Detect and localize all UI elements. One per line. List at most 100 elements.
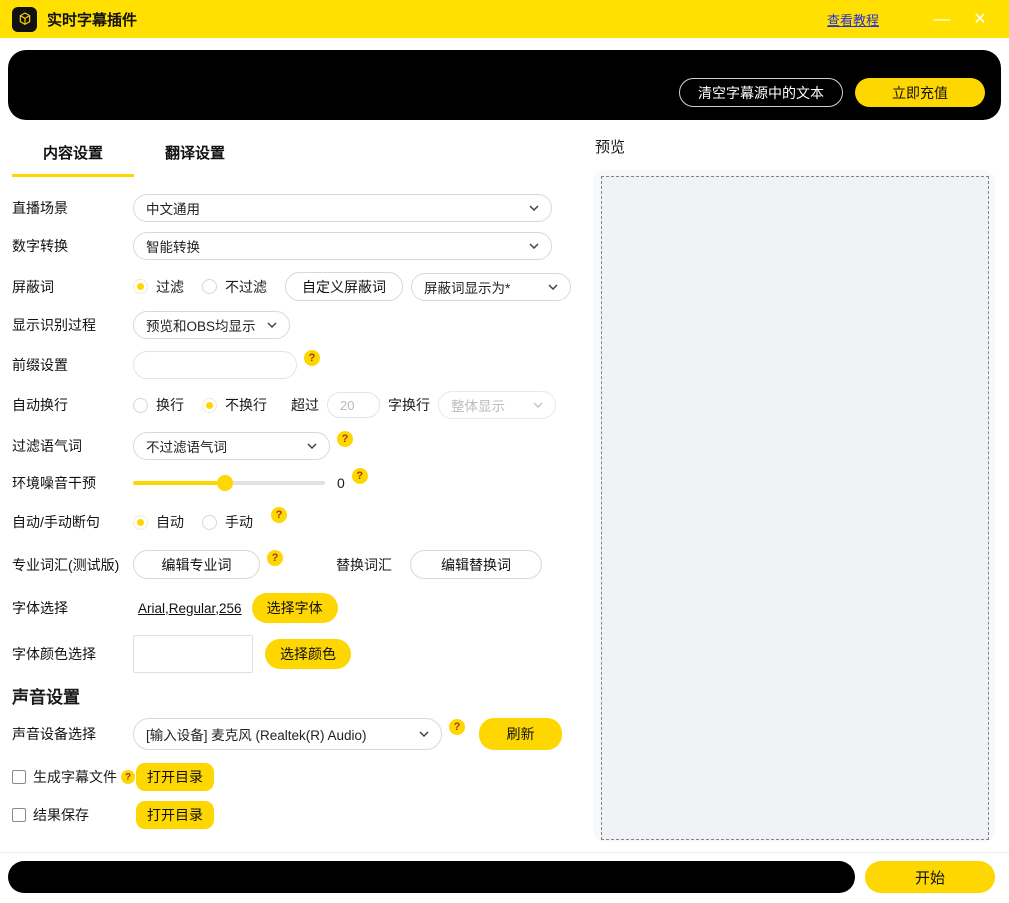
- live-scene-select[interactable]: 中文通用: [133, 194, 552, 222]
- help-icon[interactable]: ?: [267, 550, 283, 566]
- blocked-words-label: 屏蔽词: [12, 277, 133, 297]
- wrap-count-input[interactable]: [327, 392, 380, 418]
- preview-area: [601, 176, 989, 840]
- sound-device-label: 声音设备选择: [12, 724, 133, 744]
- subtitle-file-row: 生成字幕文件 ? 打开目录: [12, 763, 583, 791]
- font-color-label: 字体颜色选择: [12, 644, 133, 664]
- filler-words-select[interactable]: 不过滤语气词: [133, 432, 330, 460]
- help-icon[interactable]: ?: [352, 468, 368, 484]
- blocked-words-row: 屏蔽词 过滤 不过滤 自定义屏蔽词 屏蔽词显示为*: [12, 272, 583, 301]
- tab-translation-settings[interactable]: 翻译设置: [134, 134, 256, 177]
- font-color-input[interactable]: [133, 635, 253, 673]
- start-button[interactable]: 开始: [865, 861, 995, 893]
- prefix-input[interactable]: [133, 351, 297, 379]
- help-icon[interactable]: ?: [121, 770, 135, 784]
- unit-label: 字换行: [388, 395, 430, 415]
- wrap-radio[interactable]: 换行: [133, 395, 184, 415]
- minimize-icon[interactable]: —: [927, 4, 957, 34]
- radio-unselected-icon: [202, 279, 217, 294]
- font-value-link[interactable]: Arial,Regular,256: [138, 601, 242, 616]
- nowrap-radio[interactable]: 不换行: [202, 395, 267, 415]
- blocked-nofilter-radio[interactable]: 不过滤: [202, 277, 267, 297]
- radio-selected-icon: [133, 515, 148, 530]
- close-icon[interactable]: ✕: [965, 4, 995, 34]
- live-scene-label: 直播场景: [12, 198, 133, 218]
- app-window: 实时字幕插件 查看教程 — ✕ 清空字幕源中的文本 立即充值 内容设置 翻译设置…: [0, 0, 1009, 903]
- app-logo-icon: [12, 7, 37, 32]
- noise-value: 0: [337, 475, 345, 491]
- result-save-row: 结果保存 打开目录: [12, 801, 583, 829]
- custom-blocked-words-button[interactable]: 自定义屏蔽词: [285, 272, 403, 301]
- show-process-label: 显示识别过程: [12, 315, 133, 335]
- show-process-row: 显示识别过程 预览和OBS均显示: [12, 311, 583, 339]
- live-scene-row: 直播场景 中文通用: [12, 194, 583, 222]
- choose-color-button[interactable]: 选择颜色: [265, 639, 351, 669]
- chevron-down-icon: [307, 443, 317, 449]
- chevron-down-icon: [533, 402, 543, 408]
- font-label: 字体选择: [12, 598, 133, 618]
- wrap-row: 自动换行 换行 不换行 超过 字换行 整体显示: [12, 391, 583, 419]
- chevron-down-icon: [419, 731, 429, 737]
- radio-unselected-icon: [133, 398, 148, 413]
- result-save-checkbox[interactable]: [12, 808, 26, 822]
- noise-slider-fill: [133, 481, 225, 485]
- filler-words-label: 过滤语气词: [12, 436, 133, 456]
- edit-pro-words-button[interactable]: 编辑专业词: [133, 550, 260, 579]
- replace-words-label: 替换词汇: [336, 555, 392, 575]
- noise-label: 环境噪音干预: [12, 473, 133, 493]
- open-result-dir-button[interactable]: 打开目录: [136, 801, 214, 829]
- noise-row: 环境噪音干预 0 ?: [12, 469, 583, 497]
- wrap-mode-select[interactable]: 整体显示: [438, 391, 556, 419]
- edit-replace-words-button[interactable]: 编辑替换词: [410, 550, 542, 579]
- help-icon[interactable]: ?: [337, 431, 353, 447]
- pro-words-label: 专业词汇(测试版): [12, 555, 133, 575]
- noise-slider-thumb[interactable]: [217, 475, 233, 491]
- preview-title: 预览: [595, 136, 995, 157]
- top-banner: 清空字幕源中的文本 立即充值: [8, 50, 1001, 120]
- preview-panel: 预览: [583, 134, 995, 842]
- manual-punctuate-radio[interactable]: 手动: [202, 512, 253, 532]
- tutorial-link[interactable]: 查看教程: [827, 10, 879, 29]
- punctuate-row: 自动/手动断句 自动 手动 ?: [12, 508, 583, 536]
- noise-slider[interactable]: [133, 475, 325, 491]
- wrap-label: 自动换行: [12, 395, 133, 415]
- font-row: 字体选择 Arial,Regular,256 选择字体: [12, 593, 583, 623]
- radio-selected-icon: [133, 279, 148, 294]
- number-convert-select[interactable]: 智能转换: [133, 232, 552, 260]
- chevron-down-icon: [529, 243, 539, 249]
- over-label: 超过: [291, 395, 319, 415]
- status-bar: [8, 861, 855, 893]
- tab-content-settings[interactable]: 内容设置: [12, 134, 134, 177]
- help-icon[interactable]: ?: [304, 350, 320, 366]
- chevron-down-icon: [267, 322, 277, 328]
- number-convert-label: 数字转换: [12, 236, 133, 256]
- number-convert-row: 数字转换 智能转换: [12, 232, 583, 260]
- open-subtitle-dir-button[interactable]: 打开目录: [136, 763, 214, 791]
- show-process-select[interactable]: 预览和OBS均显示: [133, 311, 290, 339]
- chevron-down-icon: [548, 284, 558, 290]
- choose-font-button[interactable]: 选择字体: [252, 593, 338, 623]
- refresh-button[interactable]: 刷新: [479, 718, 562, 750]
- footer-bar: 开始: [8, 861, 995, 893]
- help-icon[interactable]: ?: [271, 507, 287, 523]
- sound-section-title: 声音设置: [12, 683, 583, 708]
- font-color-row: 字体颜色选择 选择颜色: [12, 635, 583, 673]
- subtitle-file-checkbox[interactable]: [12, 770, 26, 784]
- tabs: 内容设置 翻译设置: [12, 134, 583, 177]
- blocked-display-as-select[interactable]: 屏蔽词显示为*: [411, 273, 571, 301]
- filler-words-row: 过滤语气词 不过滤语气词 ?: [12, 432, 583, 460]
- settings-panel: 内容设置 翻译设置 直播场景 中文通用 数字转换 智能转换: [12, 134, 583, 842]
- blocked-filter-radio[interactable]: 过滤: [133, 277, 184, 297]
- punctuate-label: 自动/手动断句: [12, 512, 133, 532]
- auto-punctuate-radio[interactable]: 自动: [133, 512, 184, 532]
- recharge-button[interactable]: 立即充值: [855, 78, 985, 107]
- footer-divider: [0, 852, 1009, 853]
- chevron-down-icon: [529, 205, 539, 211]
- main-area: 内容设置 翻译设置 直播场景 中文通用 数字转换 智能转换: [0, 120, 1009, 842]
- sound-device-select[interactable]: [输入设备] 麦克风 (Realtek(R) Audio): [133, 718, 442, 750]
- clear-subtitle-source-button[interactable]: 清空字幕源中的文本: [679, 78, 843, 107]
- window-title: 实时字幕插件: [47, 9, 137, 30]
- prefix-label: 前缀设置: [12, 355, 133, 375]
- radio-selected-icon: [202, 398, 217, 413]
- help-icon[interactable]: ?: [449, 719, 465, 735]
